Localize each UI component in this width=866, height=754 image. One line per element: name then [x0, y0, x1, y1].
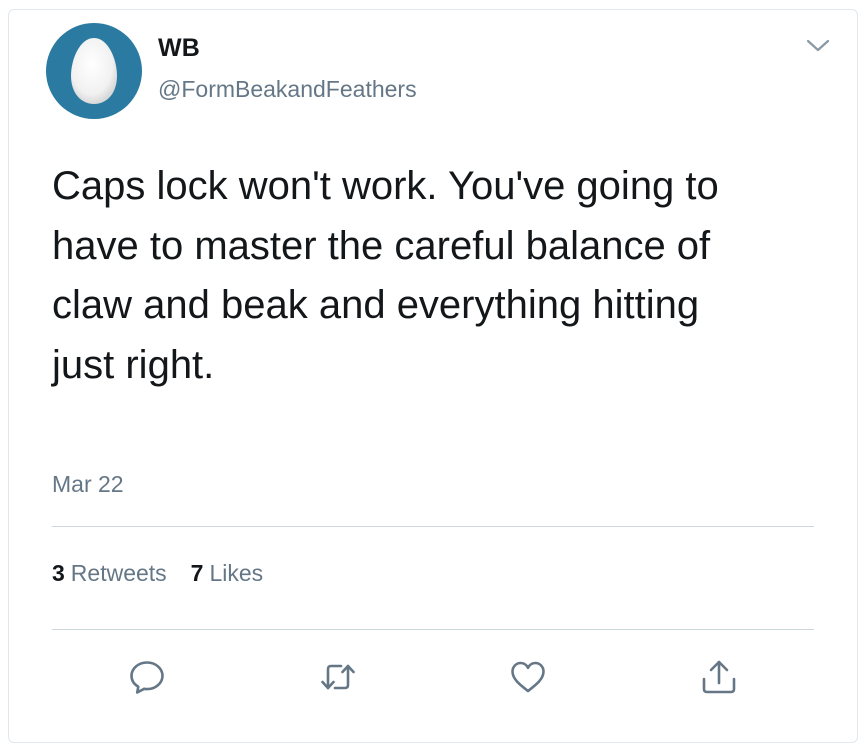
retweets-count: 3	[52, 560, 65, 586]
tweet-text: Caps lock won't work. You've going to ha…	[52, 164, 719, 387]
reply-icon[interactable]	[127, 657, 167, 697]
avatar[interactable]	[46, 23, 142, 119]
heart-icon[interactable]	[508, 657, 548, 697]
likes-stat[interactable]: 7 Likes	[191, 559, 264, 587]
likes-count: 7	[190, 560, 204, 586]
share-icon[interactable]	[699, 657, 739, 697]
egg-avatar-icon	[71, 38, 117, 104]
chevron-down-icon[interactable]	[803, 33, 833, 57]
retweet-icon[interactable]	[318, 657, 358, 697]
retweets-label: Retweets	[70, 560, 167, 586]
display-name[interactable]: WB	[158, 33, 200, 63]
retweets-stat[interactable]: 3 Retweets	[52, 559, 167, 587]
tweet-stats: 3 Retweets 7 Likes	[52, 559, 263, 587]
divider	[52, 526, 814, 527]
user-handle[interactable]: @FormBeakandFeathers	[158, 75, 417, 103]
tweet-date[interactable]: Mar 22	[52, 470, 124, 498]
likes-label: Likes	[209, 560, 264, 586]
divider	[52, 629, 814, 630]
